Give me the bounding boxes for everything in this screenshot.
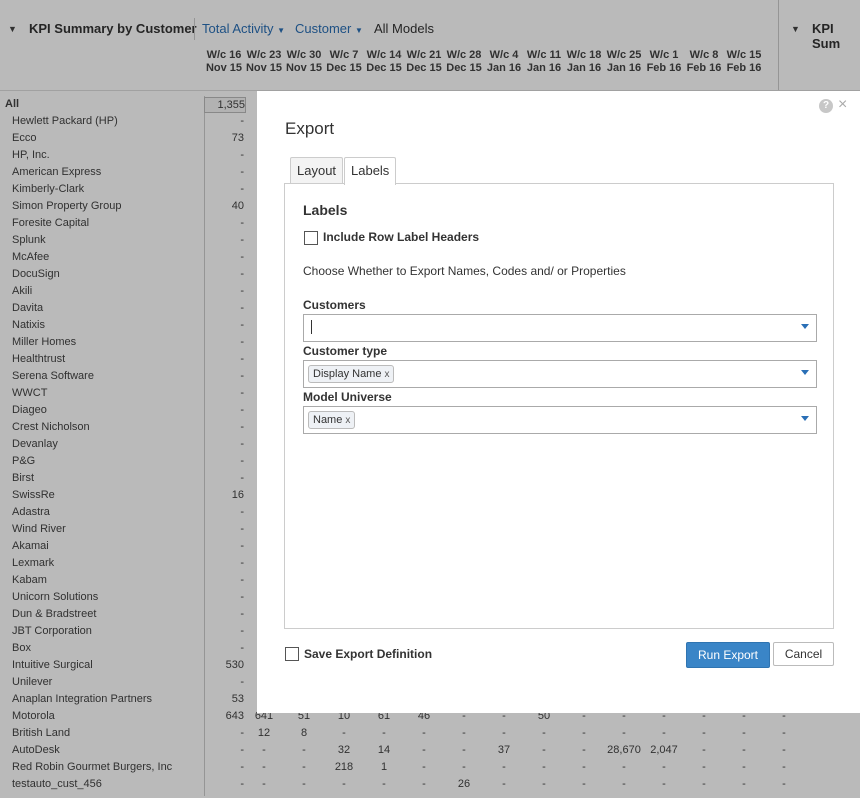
chip-label: Name: [313, 414, 343, 426]
chevron-down-icon[interactable]: [801, 370, 809, 375]
chevron-down-icon[interactable]: [801, 416, 809, 421]
customer-type-select[interactable]: Display Name x: [303, 360, 817, 388]
dialog-title: Export: [285, 119, 335, 138]
close-icon[interactable]: ×: [838, 96, 847, 114]
include-row-label-headers-checkbox[interactable]: [304, 231, 318, 245]
tab-layout[interactable]: Layout: [290, 157, 344, 184]
labels-section-title: Labels: [303, 202, 348, 218]
model-universe-label: Model Universe: [303, 390, 392, 404]
cancel-button[interactable]: Cancel: [773, 642, 834, 666]
chevron-down-icon[interactable]: [801, 324, 809, 329]
tab-labels[interactable]: Labels: [344, 157, 397, 185]
save-export-definition-checkbox[interactable]: [285, 647, 299, 661]
remove-chip-icon[interactable]: x: [345, 415, 350, 426]
chip-label: Display Name: [313, 368, 382, 380]
customer-type-label: Customer type: [303, 344, 388, 358]
customers-label: Customers: [303, 298, 366, 312]
help-icon[interactable]: ?: [819, 99, 833, 113]
save-export-definition-label: Save Export Definition: [304, 647, 433, 661]
run-export-button[interactable]: Run Export: [686, 642, 770, 668]
export-dialog: Export ? × Layout Labels Labels Include …: [257, 91, 860, 713]
include-row-label-headers-label: Include Row Label Headers: [323, 230, 480, 244]
remove-chip-icon[interactable]: x: [384, 369, 389, 380]
display-name-chip: Display Name x: [308, 365, 395, 383]
customers-select[interactable]: [303, 314, 817, 342]
name-chip: Name x: [308, 411, 356, 429]
model-universe-select[interactable]: Name x: [303, 406, 817, 434]
text-cursor: [311, 320, 312, 334]
export-description: Choose Whether to Export Names, Codes an…: [303, 264, 626, 278]
labels-panel: Labels Include Row Label Headers Choose …: [284, 183, 834, 629]
